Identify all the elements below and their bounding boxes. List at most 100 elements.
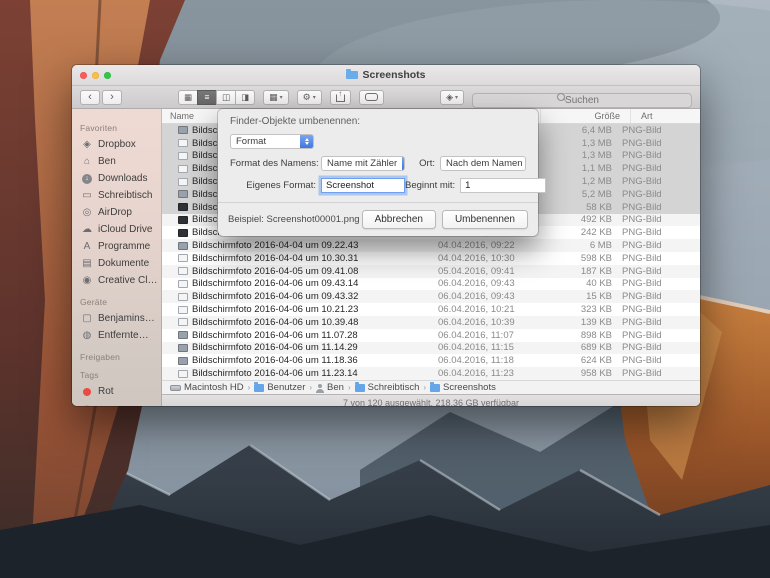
file-row[interactable]: Bildschirmfoto 2016-04-05 um 09.41.08 05.… — [162, 265, 700, 278]
file-row[interactable]: Bildschirmfoto 2016-04-06 um 11.23.1406.… — [162, 367, 700, 380]
sidebar-item-downloads[interactable]: ↓Downloads — [72, 170, 161, 187]
sidebar-item-programme[interactable]: AProgramme — [72, 238, 161, 255]
file-date: 04.04.2016, 10:30 — [438, 253, 532, 264]
file-thumbnail-icon — [178, 344, 188, 352]
file-date: 05.04.2016, 09:41 — [438, 266, 532, 277]
sidebar-item-dokumente[interactable]: ▤Dokumente — [72, 255, 161, 272]
file-name: Bildschirmfoto 2016-04-06 um 09.43.14 — [192, 278, 358, 289]
file-size: 1,1 MB — [532, 163, 612, 174]
tag-icon — [365, 93, 378, 101]
search-input[interactable] — [472, 93, 692, 108]
pathbar-item[interactable]: Schreibtisch — [355, 382, 420, 393]
finder-window: Screenshots ‹ › ▦ ≡ ◫ ◨ ▦ ▾ ⚙ ▾ — [72, 65, 700, 406]
position-popup[interactable]: Nach dem Namen — [440, 156, 526, 171]
file-thumbnail-icon — [178, 293, 188, 301]
file-row[interactable]: Bildschirmfoto 2016-04-04 um 09.22.4304.… — [162, 239, 700, 252]
file-kind: PNG-Bild — [612, 368, 700, 379]
file-row[interactable]: Bildschirmfoto 2016-04-06 um 10.39.4806.… — [162, 316, 700, 329]
share-button[interactable]: ↑ — [330, 90, 351, 105]
sidebar-item-schreibtisch[interactable]: ▭Schreibtisch — [72, 187, 161, 204]
pathbar-item[interactable]: Macintosh HD — [170, 382, 244, 393]
file-kind: PNG-Bild — [612, 150, 700, 161]
cancel-button[interactable]: Abbrechen — [362, 210, 436, 229]
column-view-button[interactable]: ◫ — [216, 90, 236, 105]
list-view-button[interactable]: ≡ — [197, 90, 217, 105]
action-button[interactable]: ⚙ ▾ — [297, 90, 322, 105]
column-view-icon: ◫ — [222, 92, 230, 103]
file-thumbnail-icon — [178, 126, 188, 134]
sidebar: Favoriten ◈Dropbox⌂Ben↓Downloads▭Schreibt… — [72, 109, 162, 406]
example-text: Beispiel: Screenshot00001.png — [228, 214, 360, 225]
icon-view-button[interactable]: ▦ — [178, 90, 198, 105]
sidebar-item-label: Benjamins… — [98, 313, 155, 324]
sidebar-item-benjamins-[interactable]: ▢Benjamins… — [72, 310, 161, 327]
column-header-kind[interactable]: Art — [630, 109, 700, 123]
sidebar-item-icloud-drive[interactable]: ☁iCloud Drive — [72, 221, 161, 238]
window-title: Screenshots — [362, 69, 425, 81]
sidebar-section-label: Favoriten — [80, 123, 161, 133]
file-row[interactable]: Bildschirmfoto 2016-04-06 um 09.43.3206.… — [162, 290, 700, 303]
sidebar-item-tag[interactable] — [72, 400, 161, 406]
name-format-popup[interactable]: Name mit Zähler — [321, 156, 405, 171]
sidebar-item-rot[interactable]: Rot — [72, 383, 161, 400]
file-row[interactable]: Bildschirmfoto 2016-04-06 um 11.07.2806.… — [162, 329, 700, 342]
desktop-icon: ▭ — [81, 190, 93, 202]
sidebar-item-ben[interactable]: ⌂Ben — [72, 153, 161, 170]
file-size: 6 MB — [532, 240, 612, 251]
arrange-button[interactable]: ▦ ▾ — [263, 90, 289, 105]
start-number-input[interactable] — [460, 178, 546, 193]
rename-button[interactable]: Umbenennen — [442, 210, 528, 229]
popup-arrows-icon — [402, 156, 405, 171]
file-thumbnail-icon — [178, 229, 188, 237]
tag-red-icon — [83, 388, 91, 396]
file-name: Bildschirmfoto 2016-04-06 um 11.23.14 — [192, 368, 358, 379]
file-date: 06.04.2016, 09:43 — [438, 278, 532, 289]
pathbar-separator: › — [423, 383, 426, 392]
position-label: Ort: — [419, 158, 435, 169]
desktop: Screenshots ‹ › ▦ ≡ ◫ ◨ ▦ ▾ ⚙ ▾ — [0, 0, 770, 578]
column-header-size[interactable]: Größe — [540, 109, 620, 123]
file-size: 898 KB — [532, 330, 612, 341]
file-thumbnail-icon — [178, 139, 188, 147]
sidebar-item-creative-cl-[interactable]: ◉Creative Cl… — [72, 272, 161, 289]
custom-format-input[interactable] — [321, 178, 405, 193]
creative-cloud-icon: ◉ — [81, 275, 93, 287]
file-row[interactable]: Bildschirmfoto 2016-04-04 um 10.30.3104.… — [162, 252, 700, 265]
tags-button[interactable] — [359, 90, 384, 105]
file-row[interactable]: Bildschirmfoto 2016-04-06 um 10.21.2306.… — [162, 303, 700, 316]
sidebar-item-airdrop[interactable]: ◎AirDrop — [72, 204, 161, 221]
sidebar-item-dropbox[interactable]: ◈Dropbox — [72, 136, 161, 153]
file-thumbnail-icon — [178, 190, 188, 198]
file-kind: PNG-Bild — [612, 214, 700, 225]
coverflow-view-button[interactable]: ◨ — [235, 90, 255, 105]
file-row[interactable]: Bildschirmfoto 2016-04-06 um 09.43.14 06.… — [162, 278, 700, 291]
zoom-button[interactable] — [104, 72, 111, 79]
close-button[interactable] — [80, 72, 87, 79]
sidebar-item-label: iCloud Drive — [98, 224, 152, 235]
sidebar-item-label: Dropbox — [98, 139, 136, 150]
file-kind: PNG-Bild — [612, 278, 700, 289]
dropbox-button[interactable]: ◈ ▾ — [440, 90, 464, 105]
start-number-label: Beginnt mit: — [405, 180, 455, 191]
pathbar-item[interactable]: Ben — [316, 382, 344, 393]
titlebar[interactable]: Screenshots — [72, 65, 700, 86]
sidebar-item-entfernte-[interactable]: ◍Entfernte… — [72, 327, 161, 344]
window-title-group: Screenshots — [346, 69, 425, 81]
file-kind: PNG-Bild — [612, 253, 700, 264]
forward-button[interactable]: › — [102, 90, 122, 105]
file-thumbnail-icon — [178, 280, 188, 288]
file-name: Bildschirmfoto 2016-04-05 um 09.41.08 — [192, 266, 358, 277]
format-popup[interactable]: Format — [230, 134, 314, 149]
pathbar-item[interactable]: Screenshots — [430, 382, 496, 393]
back-button[interactable]: ‹ — [80, 90, 100, 105]
sidebar-list: Favoriten ◈Dropbox⌂Ben↓Downloads▭Schreibt… — [72, 123, 161, 406]
file-row[interactable]: Bildschirmfoto 2016-04-06 um 11.18.3606.… — [162, 354, 700, 367]
pathbar-item[interactable]: Benutzer — [254, 382, 305, 393]
file-date: 04.04.2016, 09:22 — [438, 240, 532, 251]
file-row[interactable]: Bildschirmfoto 2016-04-06 um 11.14.2906.… — [162, 342, 700, 355]
pathbar-separator: › — [248, 383, 251, 392]
file-name: Bildschirmfoto 2016-04-06 um 10.39.48 — [192, 317, 358, 328]
minimize-button[interactable] — [92, 72, 99, 79]
sidebar-item-label: Programme — [98, 241, 150, 252]
sidebar-item-label: Entfernte… — [98, 330, 149, 341]
